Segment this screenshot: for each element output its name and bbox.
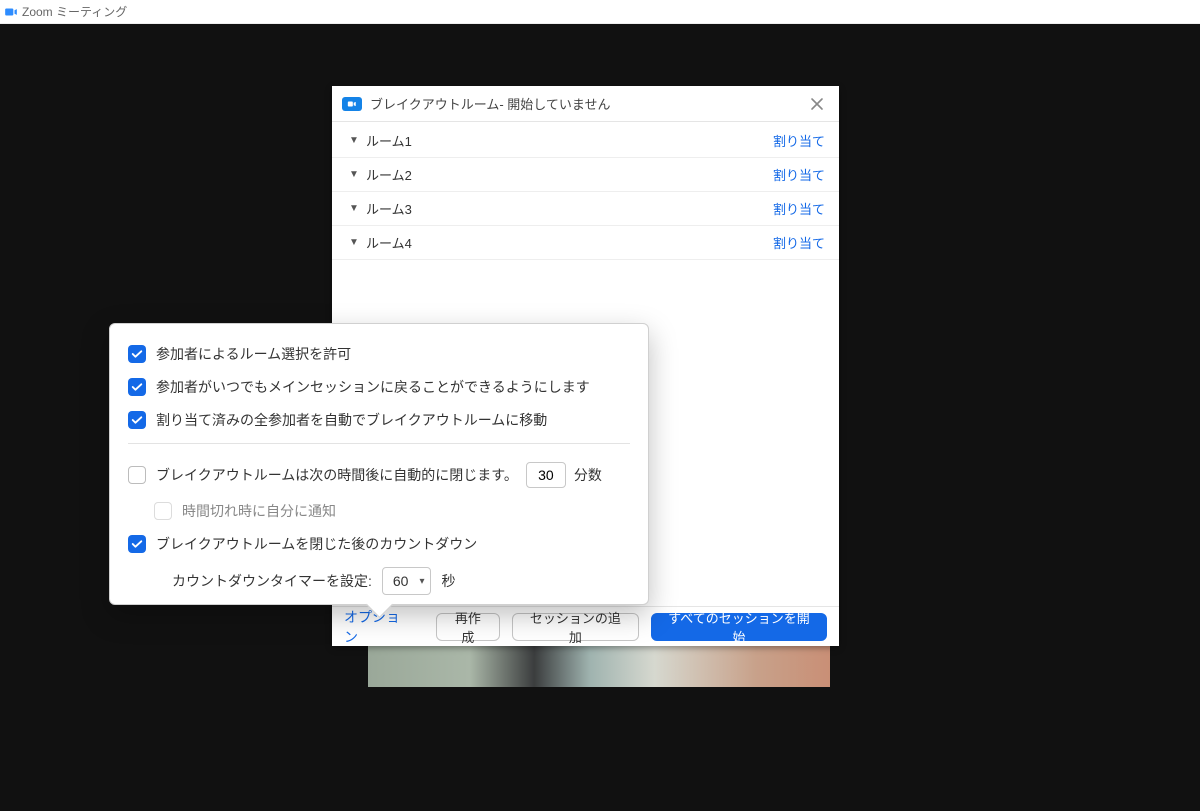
option-auto-close[interactable]: ブレイクアウトルームは次の時間後に自動的に閉じます。 分数 — [128, 462, 630, 488]
divider — [128, 443, 630, 444]
unit-label: 秒 — [441, 571, 455, 591]
room-row[interactable]: ▼ ルーム1割り当て — [332, 124, 839, 158]
chevron-down-icon: ▾ — [419, 576, 424, 587]
zoom-app-icon — [4, 5, 18, 19]
checkbox-countdown[interactable] — [128, 535, 146, 553]
option-allow-choose[interactable]: 参加者によるルーム選択を許可 — [128, 344, 630, 364]
option-label: 時間切れ時に自分に通知 — [182, 501, 336, 521]
countdown-seconds-select[interactable]: 60 ▾ — [382, 567, 432, 595]
caret-down-icon: ▼ — [346, 203, 362, 214]
room-row[interactable]: ▼ ルーム4割り当て — [332, 226, 839, 260]
meeting-stage: ブレイクアウトルーム- 開始していません ▼ルーム1割り当て▼ルーム2割り当て▼… — [0, 24, 1200, 811]
room-name: ルーム2 — [366, 165, 773, 184]
start-all-sessions-button[interactable]: すべてのセッションを開始 — [651, 613, 827, 641]
option-label: ブレイクアウトルームは次の時間後に自動的に閉じます。 — [156, 465, 518, 485]
option-auto-move[interactable]: 割り当て済みの全参加者を自動でブレイクアウトルームに移動 — [128, 410, 630, 430]
dialog-footer: オプション 再作成 セッションの追加 すべてのセッションを開始 — [332, 606, 839, 646]
app-titlebar: Zoom ミーティング — [0, 0, 1200, 24]
caret-down-icon: ▼ — [346, 169, 362, 180]
option-notify-me: 時間切れ時に自分に通知 — [154, 501, 630, 521]
assign-link[interactable]: 割り当て — [773, 165, 825, 184]
room-list: ▼ルーム1割り当て▼ルーム2割り当て▼ルーム3割り当て▼ルーム4割り当て — [332, 122, 839, 260]
checkbox-auto-move[interactable] — [128, 411, 146, 429]
checkbox-allow-choose[interactable] — [128, 345, 146, 363]
unit-label: 分数 — [574, 465, 602, 485]
close-button[interactable] — [805, 92, 829, 116]
select-value: 60 — [393, 573, 409, 589]
checkbox-auto-close[interactable] — [128, 466, 146, 484]
assign-link[interactable]: 割り当て — [773, 233, 825, 252]
room-name: ルーム1 — [366, 131, 773, 150]
add-session-button[interactable]: セッションの追加 — [512, 613, 639, 641]
option-countdown-set: カウントダウンタイマーを設定: 60 ▾ 秒 — [172, 567, 630, 595]
room-name: ルーム4 — [366, 233, 773, 252]
app-title: Zoom ミーティング — [22, 3, 127, 20]
caret-down-icon: ▼ — [346, 135, 362, 146]
assign-link[interactable]: 割り当て — [773, 199, 825, 218]
option-label: ブレイクアウトルームを閉じた後のカウントダウン — [156, 534, 477, 554]
option-allow-return[interactable]: 参加者がいつでもメインセッションに戻ることができるようにします — [128, 377, 630, 397]
checkbox-notify-me — [154, 502, 172, 520]
room-row[interactable]: ▼ ルーム3割り当て — [332, 192, 839, 226]
dialog-title: ブレイクアウトルーム- 開始していません — [370, 94, 805, 113]
auto-close-minutes-input[interactable] — [526, 462, 566, 488]
zoom-badge-icon — [342, 97, 362, 111]
option-label: 割り当て済みの全参加者を自動でブレイクアウトルームに移動 — [156, 410, 547, 430]
room-name: ルーム3 — [366, 199, 773, 218]
dialog-header: ブレイクアウトルーム- 開始していません — [332, 86, 839, 122]
caret-down-icon: ▼ — [346, 237, 362, 248]
room-row[interactable]: ▼ ルーム2割り当て — [332, 158, 839, 192]
option-label: カウントダウンタイマーを設定: — [172, 571, 372, 591]
option-label: 参加者がいつでもメインセッションに戻ることができるようにします — [156, 377, 590, 397]
checkbox-allow-return[interactable] — [128, 378, 146, 396]
recreate-button[interactable]: 再作成 — [436, 613, 500, 641]
breakout-options-popover: 参加者によるルーム選択を許可 参加者がいつでもメインセッションに戻ることができる… — [109, 323, 649, 605]
option-countdown[interactable]: ブレイクアウトルームを閉じた後のカウントダウン — [128, 534, 630, 554]
assign-link[interactable]: 割り当て — [773, 131, 825, 150]
option-label: 参加者によるルーム選択を許可 — [156, 344, 351, 364]
